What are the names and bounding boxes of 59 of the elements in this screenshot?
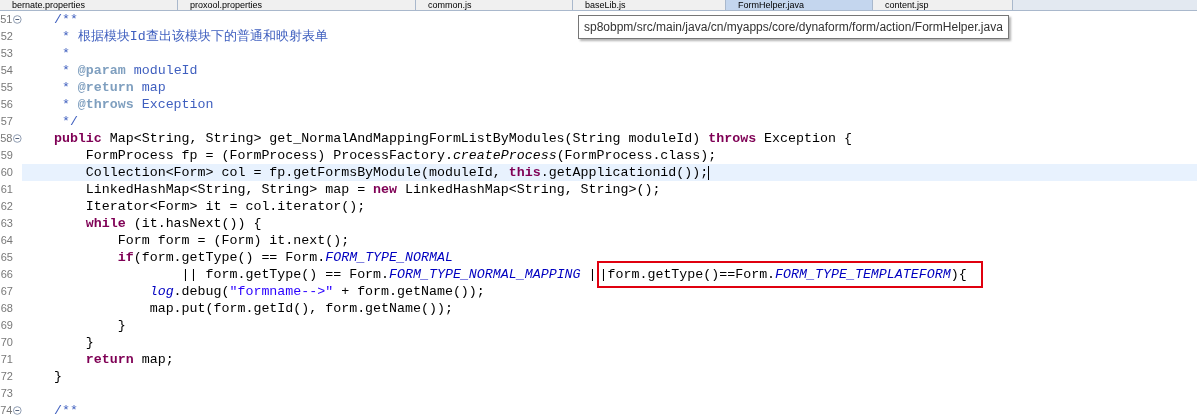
- editor-tab[interactable]: baseLib.js: [573, 0, 726, 10]
- line-number: 53: [0, 47, 13, 60]
- line-number: 60: [0, 166, 13, 179]
- code-line: }: [52, 369, 62, 384]
- code-line: }: [84, 335, 94, 350]
- code-line: Form form = (Form) it.next();: [116, 233, 350, 248]
- code-line: Iterator<Form> it = col.iterator();: [84, 199, 366, 214]
- line-number: 73: [0, 387, 13, 400]
- line-number: 58: [0, 132, 13, 145]
- collapse-icon[interactable]: [13, 406, 22, 415]
- line-number: 62: [0, 200, 13, 213]
- highlight-box: |form.getType()==Form.FORM_TYPE_TEMPLATEFORM){: [596, 261, 983, 288]
- line-number: 54: [0, 64, 13, 77]
- code-line: /**: [52, 403, 78, 418]
- code-line: /**: [52, 12, 78, 27]
- line-number: 59: [0, 149, 13, 162]
- line-number: 69: [0, 319, 13, 332]
- line-number: 70: [0, 336, 13, 349]
- line-number: 64: [0, 234, 13, 247]
- code-line: map.put(form.getId(), form.getName());: [148, 301, 453, 316]
- editor-tab[interactable]: FormHelper.java: [726, 0, 873, 10]
- tooltip: sp8obpm/src/main/java/cn/myapps/core/dynaform/form/action/FormHelper.java: [578, 15, 1009, 39]
- code-line: LinkedHashMap<String, String> map = new LinkedHashMap<String, String>();: [84, 182, 661, 197]
- line-number: 52: [0, 30, 13, 43]
- code-line: || form.getType() == Form.FORM_TYPE_NORMAL_MAPPING |: [180, 267, 597, 282]
- line-number: 61: [0, 183, 13, 196]
- text-cursor: [708, 165, 710, 180]
- line-number: 71: [0, 353, 13, 366]
- code-line: */: [60, 114, 78, 129]
- line-number: 65: [0, 251, 13, 264]
- line-number: 66: [0, 268, 13, 281]
- code-line: log.debug("formname-->" + form.getName());: [148, 284, 485, 299]
- code-line: }: [116, 318, 126, 333]
- line-number: 74: [0, 404, 13, 417]
- collapse-icon[interactable]: [13, 15, 22, 24]
- line-number: 67: [0, 285, 13, 298]
- line-number: 56: [0, 98, 13, 111]
- code-line: *: [60, 46, 70, 61]
- line-number: 55: [0, 81, 13, 94]
- collapse-icon[interactable]: [13, 134, 22, 143]
- code-line: Collection<Form> col = fp.getFormsByModule(moduleId, this.getApplicationid());: [84, 165, 709, 180]
- code-line: * @param moduleId: [60, 63, 198, 78]
- editor-tab[interactable]: bernate.properties: [0, 0, 178, 10]
- line-number: 72: [0, 370, 13, 383]
- code-line: * @throws Exception: [60, 97, 214, 112]
- code-line: * 根据模块Id查出该模块下的普通和映射表单: [60, 29, 328, 44]
- line-number: 57: [0, 115, 13, 128]
- line-number: 68: [0, 302, 13, 315]
- code-line: while (it.hasNext()) {: [84, 216, 262, 231]
- code-line: FormProcess fp = (FormProcess) ProcessFactory.createProcess(FormProcess.class);: [84, 148, 717, 163]
- editor-tab[interactable]: content.jsp: [873, 0, 1013, 10]
- line-number: 51: [0, 13, 13, 26]
- code-line: return map;: [84, 352, 174, 367]
- code-line: public Map<String, String> get_NormalAndMappingFormListByModules(String moduleId) throws Exception {: [52, 131, 852, 146]
- code-line: * @return map: [60, 80, 166, 95]
- line-number: 63: [0, 217, 13, 230]
- editor-tab[interactable]: common.js: [416, 0, 573, 10]
- code-line: if(form.getType() == Form.FORM_TYPE_NORMAL: [116, 250, 453, 265]
- editor-tab[interactable]: proxool.properties: [178, 0, 416, 10]
